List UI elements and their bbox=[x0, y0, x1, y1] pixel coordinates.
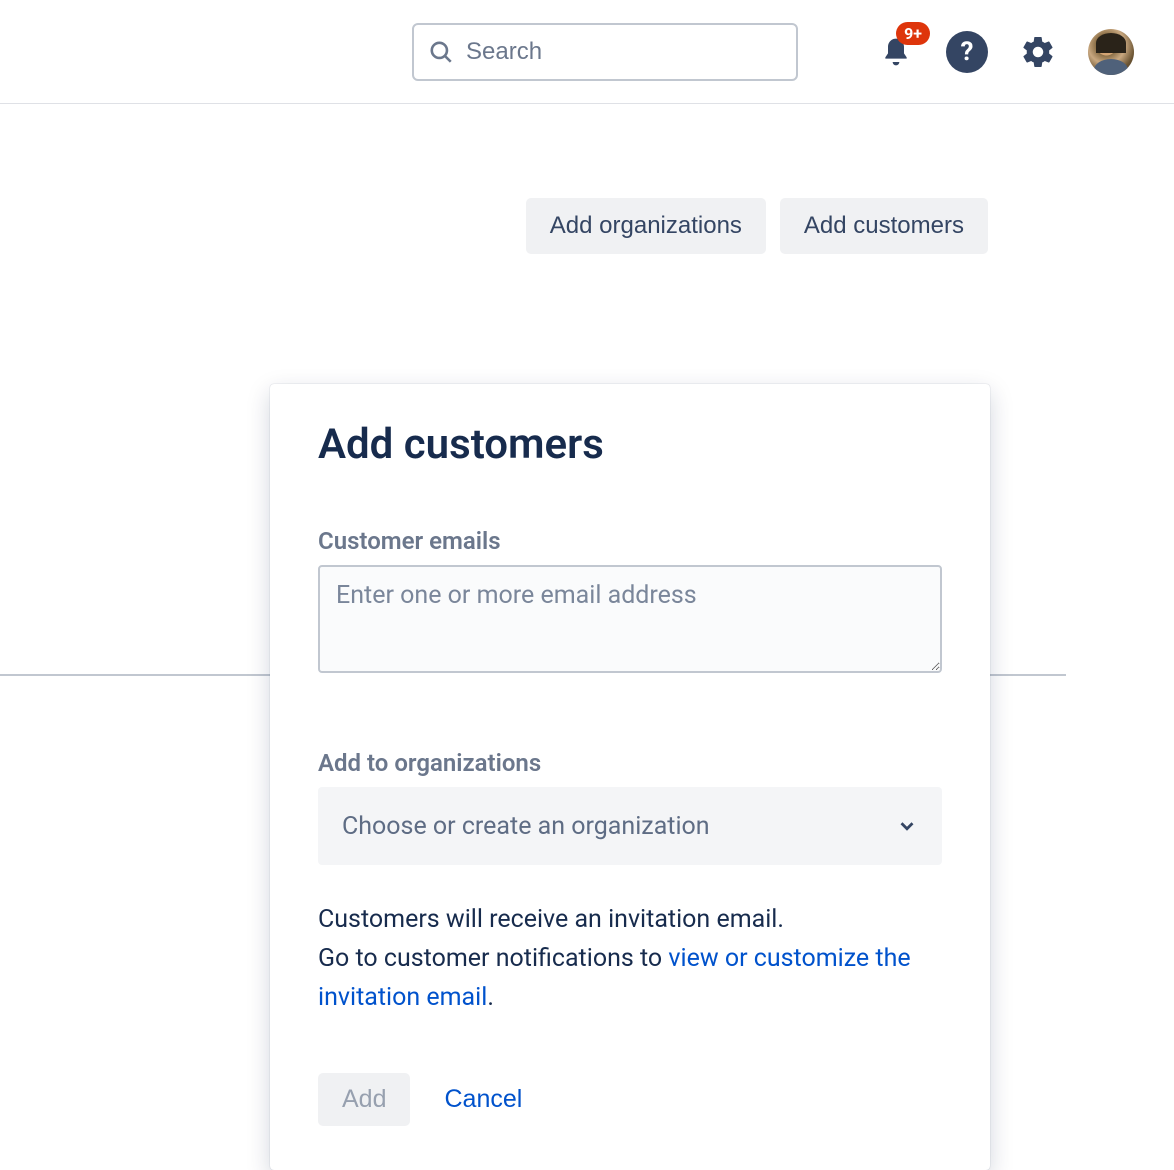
search-icon bbox=[428, 39, 454, 65]
info-text: Customers will receive an invitation ema… bbox=[318, 901, 942, 1017]
add-organizations-button[interactable]: Add organizations bbox=[526, 198, 766, 254]
user-avatar[interactable] bbox=[1088, 29, 1134, 75]
dialog-title: Add customers bbox=[318, 420, 942, 469]
search-input[interactable] bbox=[466, 38, 782, 66]
add-button[interactable]: Add bbox=[318, 1073, 410, 1126]
topbar: 9+ ? bbox=[0, 0, 1174, 104]
cancel-button[interactable]: Cancel bbox=[444, 1085, 522, 1114]
customer-emails-input[interactable] bbox=[318, 565, 942, 673]
info-line-2-prefix: Go to customer notifications to bbox=[318, 944, 668, 973]
add-customers-dialog: Add customers Customer emails Add to org… bbox=[270, 384, 990, 1170]
notifications-button[interactable]: 9+ bbox=[876, 32, 916, 72]
search-wrapper bbox=[412, 23, 798, 81]
organizations-field: Add to organizations Choose or create an… bbox=[318, 749, 942, 865]
add-customers-button[interactable]: Add customers bbox=[780, 198, 988, 254]
search-field[interactable] bbox=[412, 23, 798, 81]
action-buttons: Add organizations Add customers bbox=[0, 198, 1174, 254]
organizations-label: Add to organizations bbox=[318, 749, 942, 777]
content-area: Add organizations Add customers Add cust… bbox=[0, 104, 1174, 254]
info-line-2-suffix: . bbox=[487, 983, 494, 1012]
help-icon: ? bbox=[961, 37, 974, 67]
dialog-actions: Add Cancel bbox=[318, 1073, 942, 1126]
chevron-down-icon bbox=[896, 815, 918, 837]
notification-badge: 9+ bbox=[896, 22, 930, 45]
gear-icon bbox=[1020, 34, 1056, 70]
topbar-right: 9+ ? bbox=[876, 29, 1134, 75]
info-line-1: Customers will receive an invitation ema… bbox=[318, 905, 784, 934]
customer-emails-label: Customer emails bbox=[318, 527, 942, 555]
organizations-select-placeholder: Choose or create an organization bbox=[342, 812, 710, 841]
settings-button[interactable] bbox=[1018, 32, 1058, 72]
organizations-select[interactable]: Choose or create an organization bbox=[318, 787, 942, 865]
help-button[interactable]: ? bbox=[946, 31, 988, 73]
